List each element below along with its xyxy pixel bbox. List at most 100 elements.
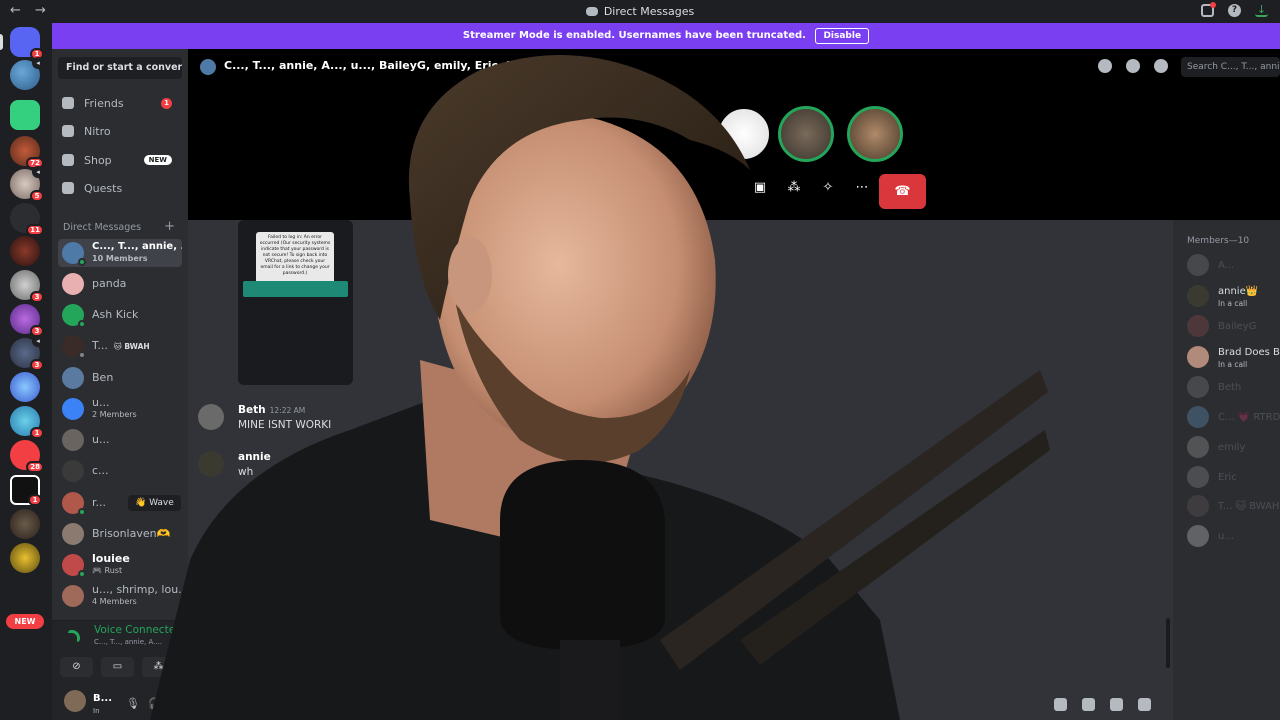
member-item[interactable]: annie👑 In a call	[1185, 281, 1280, 311]
inbox-icon[interactable]	[1201, 2, 1216, 17]
help-icon[interactable]: ?	[1228, 4, 1241, 17]
server-icon[interactable]: 72	[10, 136, 44, 169]
image-attachment[interactable]: Failed to log in: An error occurred (Our…	[238, 220, 353, 385]
screen-share-button[interactable]: ▣	[748, 176, 772, 200]
dm-sub: 🎮 Rust	[92, 566, 123, 575]
avatar[interactable]	[198, 451, 224, 477]
voice-status[interactable]: Voice Connected	[94, 624, 182, 636]
search-input[interactable]: Search C..., T..., annie...	[1181, 57, 1280, 77]
create-dm-icon[interactable]: +	[164, 219, 175, 234]
activity-button[interactable]: ⁂	[782, 176, 806, 200]
server-icon[interactable]: 3	[10, 304, 44, 337]
server-icon[interactable]	[10, 372, 40, 402]
dm-sidebar: Find or start a convers... Friends 1 Nitr…	[52, 49, 188, 620]
headphones-icon[interactable]: 🎧	[148, 697, 170, 710]
microphone-icon[interactable]: 🎙	[126, 697, 148, 710]
share-screen-button[interactable]: ▭	[101, 657, 134, 677]
download-icon[interactable]: ↓	[1255, 4, 1268, 17]
camera-off-button[interactable]: ⊘	[60, 657, 93, 677]
member-item[interactable]: emily	[1185, 432, 1280, 462]
nav-friends[interactable]: Friends 1	[62, 91, 182, 115]
dm-item[interactable]: Ash Kick	[58, 301, 182, 329]
participant-tile[interactable]	[778, 106, 834, 162]
call-controls: ▣ ⁂ ✧ ⋯	[748, 176, 874, 200]
user-status: In	[93, 707, 100, 715]
server-icon[interactable]: 11	[10, 203, 44, 236]
server-icon[interactable]: 3 ◂	[10, 335, 44, 371]
apps-icon[interactable]	[1138, 698, 1151, 711]
member-item[interactable]: Beth	[1185, 372, 1280, 402]
gif-icon[interactable]	[1054, 698, 1067, 711]
dm-item[interactable]: c...	[58, 457, 182, 485]
dm-header-label: Direct Messages	[63, 222, 142, 233]
emoji-icon[interactable]	[1110, 698, 1123, 711]
status-dot	[78, 508, 86, 516]
scrollbar[interactable]	[1166, 618, 1170, 668]
avatar[interactable]	[198, 404, 224, 430]
member-item[interactable]: A...	[1185, 250, 1280, 280]
dm-item[interactable]: Ben	[58, 364, 182, 392]
pin-icon[interactable]	[1098, 59, 1112, 73]
dm-item[interactable]: Brisonlaven🫶	[58, 520, 182, 548]
member-item[interactable]: Brad Does Ba In a call	[1185, 342, 1280, 372]
dm-item-group[interactable]: C..., T..., annie, ... 10 Members	[58, 239, 182, 267]
disconnect-button[interactable]: ☎	[879, 174, 926, 209]
server-icon[interactable]: 1	[10, 475, 42, 506]
server-icon[interactable]: 1	[10, 406, 44, 439]
member-item[interactable]: BaileyG	[1185, 311, 1280, 341]
new-servers-pill[interactable]: NEW	[6, 614, 44, 629]
server-badge: 3	[30, 359, 44, 371]
nav-nitro[interactable]: Nitro	[62, 119, 182, 143]
server-icon[interactable]: 5 ◂	[10, 166, 44, 202]
member-item[interactable]: Eric	[1185, 462, 1280, 492]
dm-name: Ben	[92, 372, 114, 384]
activities-button[interactable]: ⁂	[142, 657, 175, 677]
dm-item[interactable]: r... 👋 Wave	[58, 489, 182, 517]
dm-item[interactable]: u...	[58, 426, 182, 454]
sticker-icon[interactable]	[1082, 698, 1095, 711]
server-icon[interactable]	[10, 509, 40, 539]
dm-item[interactable]: T... 🐱 BWAH	[58, 332, 182, 360]
disable-streamer-mode-button[interactable]: Disable	[815, 28, 870, 44]
dm-item[interactable]: panda	[58, 270, 182, 298]
add-friends-icon[interactable]	[1126, 59, 1140, 73]
server-icon[interactable]: 3	[10, 270, 44, 303]
member-name: emily	[1218, 442, 1246, 453]
home-button[interactable]: 1	[10, 27, 44, 60]
member-list-icon[interactable]	[1154, 59, 1168, 73]
signal-icon[interactable]	[68, 630, 80, 642]
dm-item[interactable]: louiee 🎮 Rust	[58, 551, 182, 579]
user-panel: B... In 🎙🎧	[52, 680, 188, 720]
participant-tile[interactable]	[847, 106, 903, 162]
more-options-button[interactable]: ⋯	[850, 176, 874, 200]
member-item[interactable]: T... 🐱 BWAH	[1185, 491, 1280, 521]
member-item[interactable]: u...	[1185, 521, 1280, 551]
server-icon[interactable]	[10, 236, 40, 266]
message-list: Failed to log in: An error occurred (Our…	[188, 220, 1173, 720]
server-icon[interactable]: ◂	[10, 57, 44, 90]
member-item[interactable]: C... 💗 RTRD	[1185, 402, 1280, 432]
dm-item[interactable]: u..., shrimp, lou... 4 Members	[58, 582, 182, 610]
quests-icon	[62, 182, 74, 194]
title-bar: ← → Direct Messages ? ↓	[0, 0, 1280, 23]
user-avatar[interactable]	[64, 690, 86, 712]
voice-panel: Voice Connected C..., T..., annie, A....…	[52, 620, 216, 680]
dm-name: u...	[92, 397, 110, 409]
wave-button[interactable]: 👋 Wave	[128, 495, 181, 511]
server-icon[interactable]: 28	[10, 440, 44, 473]
find-conversation-input[interactable]: Find or start a convers...	[58, 57, 182, 79]
dm-item[interactable]: u... 2 Members	[58, 395, 182, 423]
server-icon[interactable]	[10, 100, 40, 130]
server-icon[interactable]	[10, 543, 40, 573]
dm-text: Ash Kick	[92, 309, 138, 321]
dm-name: T...	[92, 339, 108, 352]
member-name: BaileyG	[1218, 321, 1257, 332]
soundboard-icon[interactable]: ✧	[816, 176, 840, 200]
message-author[interactable]: Beth	[238, 404, 266, 416]
audio-controls: 🎙🎧	[126, 697, 170, 710]
nav-shop[interactable]: Shop NEW	[62, 148, 182, 172]
participant-tile[interactable]	[716, 106, 772, 162]
dm-sub: 4 Members	[92, 597, 137, 606]
message-author[interactable]: annie	[238, 451, 271, 463]
nav-quests[interactable]: Quests	[62, 176, 182, 200]
